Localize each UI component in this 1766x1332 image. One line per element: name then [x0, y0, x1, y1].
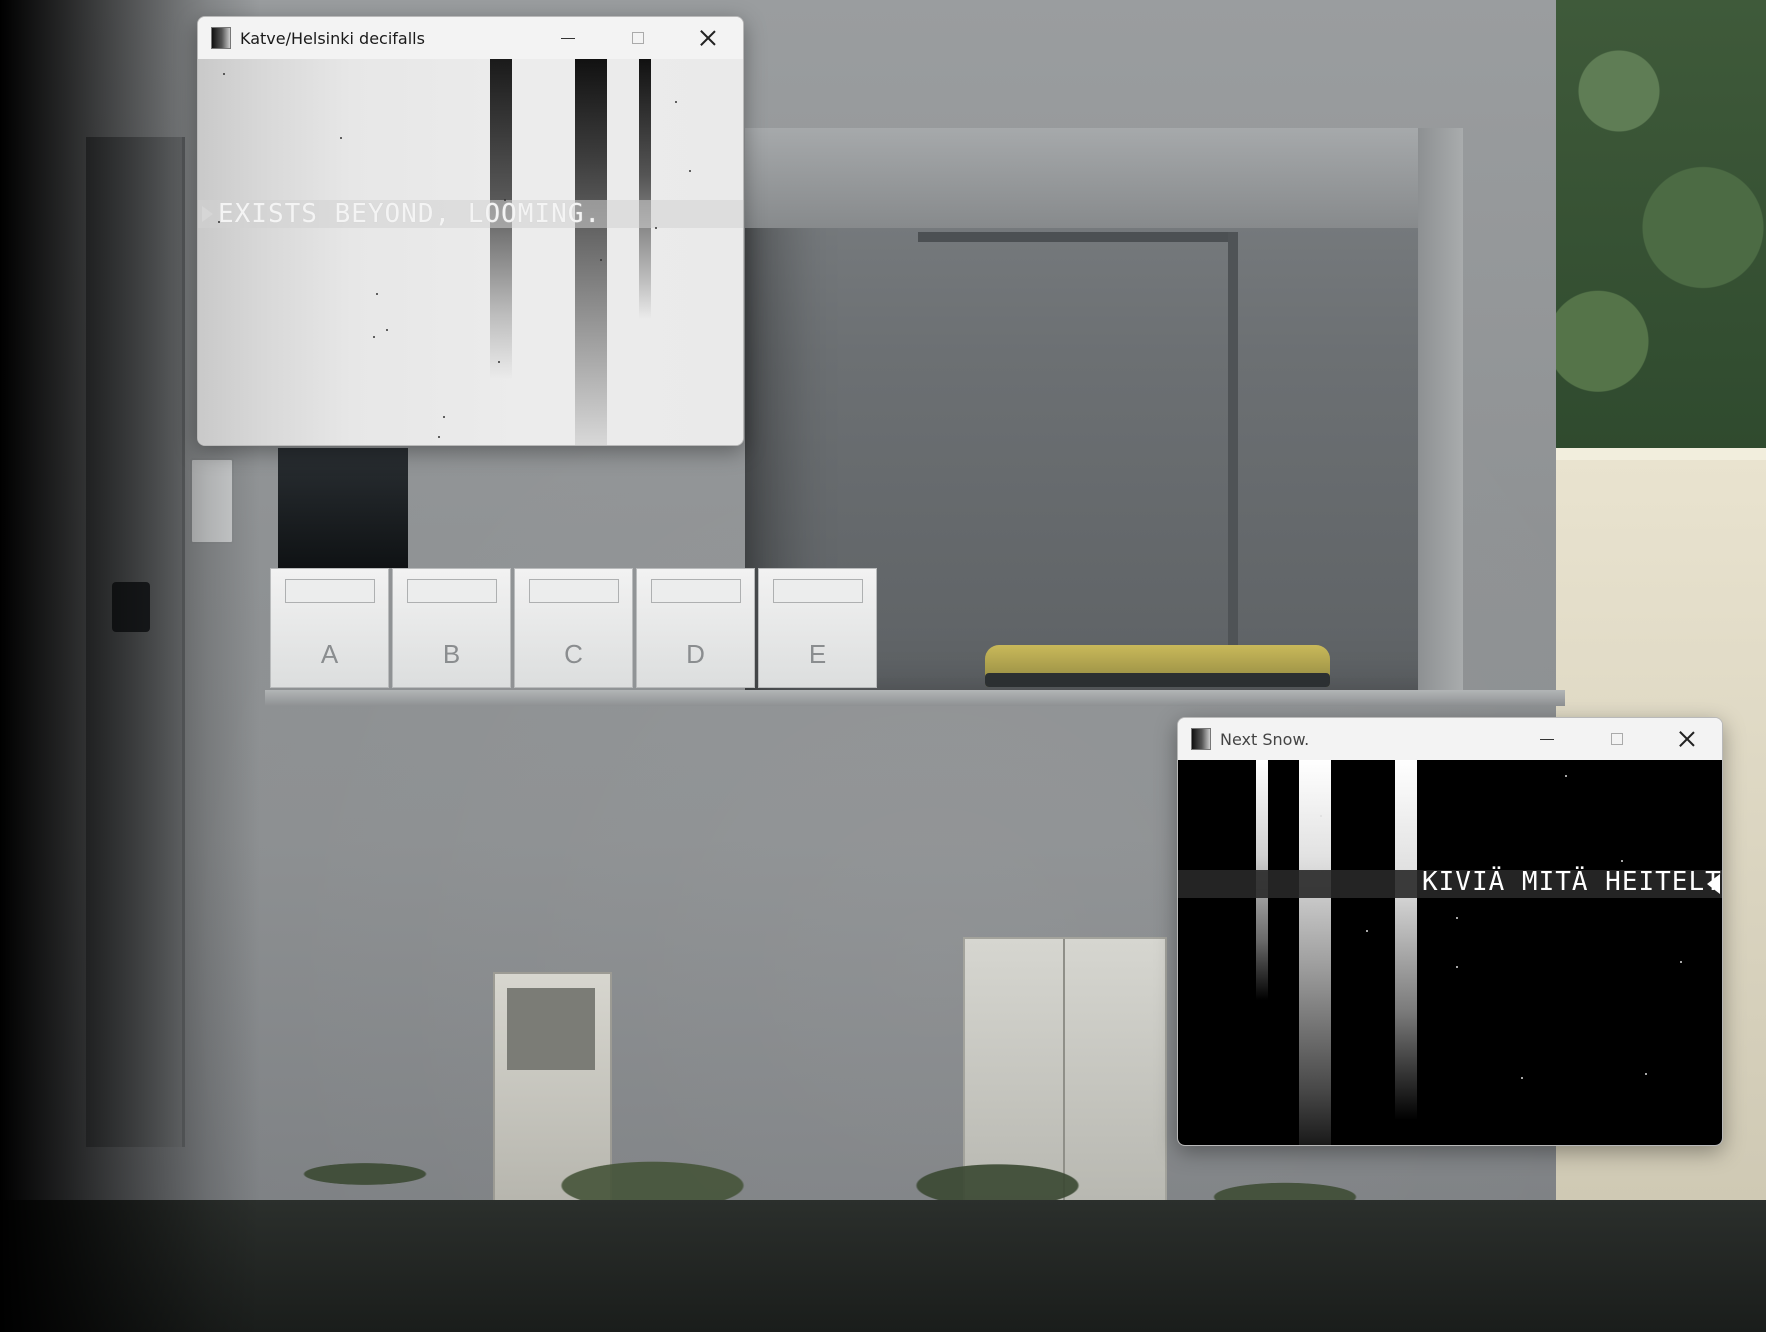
minimize-icon: [1540, 738, 1554, 740]
opening-side-wall: [1418, 128, 1463, 693]
close-icon: [1679, 731, 1695, 747]
mailbox-letter: B: [442, 639, 461, 669]
snow-particle: [1366, 930, 1368, 932]
snow-particle: [1680, 961, 1682, 963]
minimize-icon: [561, 37, 575, 39]
mailbox-letter: E: [808, 639, 827, 669]
falling-bar: [639, 59, 651, 319]
app-icon: [211, 27, 231, 49]
animation-canvas: EXISTS BEYOND, LOOMING.: [198, 59, 743, 445]
maximize-button[interactable]: [1582, 718, 1652, 760]
snow-particle: [1456, 917, 1458, 919]
snow-particle: [498, 361, 500, 363]
falling-bar: [575, 59, 607, 445]
snow-particle: [386, 329, 388, 331]
mailbox-row: A B C D E: [270, 568, 880, 690]
mailbox-letter: A: [320, 639, 339, 669]
snow-particle: [1621, 860, 1623, 862]
snow-particle: [1521, 1077, 1523, 1079]
maximize-button[interactable]: [603, 17, 673, 59]
marquee-text: KIVIÄ MITÄ HEITELTIIN: [1422, 867, 1722, 897]
next-snow-window[interactable]: Next Snow. KIVIÄ MITÄ HEITELTIIN: [1177, 717, 1723, 1146]
app-icon: [1191, 728, 1211, 750]
maximize-icon: [632, 32, 644, 44]
title-bar[interactable]: Next Snow.: [1178, 718, 1722, 760]
falling-bar: [1395, 760, 1417, 1120]
close-button[interactable]: [1652, 718, 1722, 760]
marquee-text: EXISTS BEYOND, LOOMING.: [218, 199, 602, 229]
trees: [1556, 0, 1766, 455]
snow-particle: [1645, 1073, 1647, 1075]
maximize-icon: [1611, 733, 1623, 745]
window-title: Katve/Helsinki decifalls: [240, 28, 425, 48]
snow-particle: [223, 73, 225, 75]
marquee-arrow-icon: [202, 206, 213, 222]
animation-canvas: KIVIÄ MITÄ HEITELTIIN: [1178, 760, 1722, 1145]
snow-particle: [1456, 966, 1458, 968]
opening-ceiling: [745, 128, 1461, 228]
wall-ledge: [265, 690, 1565, 706]
mailbox: B: [392, 568, 511, 688]
snow-particle: [600, 259, 602, 261]
mailbox: A: [270, 568, 389, 688]
minimize-button[interactable]: [533, 17, 603, 59]
mailbox-letter: C: [564, 639, 583, 669]
decifalls-window[interactable]: Katve/Helsinki decifalls EXISTS BEYOND, …: [197, 16, 744, 446]
snow-particle: [218, 221, 220, 223]
snow-particle: [689, 170, 691, 172]
mailbox: D: [636, 568, 755, 688]
title-bar[interactable]: Katve/Helsinki decifalls: [198, 17, 743, 59]
mailbox: C: [514, 568, 633, 688]
wheelie-bin-base: [985, 673, 1330, 687]
small-window: [278, 448, 408, 568]
snow-particle: [655, 227, 657, 229]
snow-particle: [1565, 775, 1567, 777]
ground: [0, 1200, 1766, 1332]
snow-particle: [1320, 815, 1322, 817]
close-button[interactable]: [673, 17, 743, 59]
snow-particle: [373, 336, 375, 338]
marquee-arrow-icon: [1707, 874, 1720, 894]
window-title: Next Snow.: [1220, 729, 1310, 749]
mailbox-letter: D: [686, 639, 705, 669]
snow-particle: [438, 436, 440, 438]
falling-bar: [1299, 760, 1331, 1145]
snow-particle: [443, 416, 445, 418]
snow-particle: [675, 101, 677, 103]
snow-particle: [504, 199, 506, 201]
pipe-vertical: [1228, 232, 1238, 652]
minimize-button[interactable]: [1512, 718, 1582, 760]
snow-particle: [376, 293, 378, 295]
mailbox: E: [758, 568, 877, 688]
close-icon: [700, 30, 716, 46]
pipe: [918, 232, 1238, 242]
snow-particle: [340, 137, 342, 139]
